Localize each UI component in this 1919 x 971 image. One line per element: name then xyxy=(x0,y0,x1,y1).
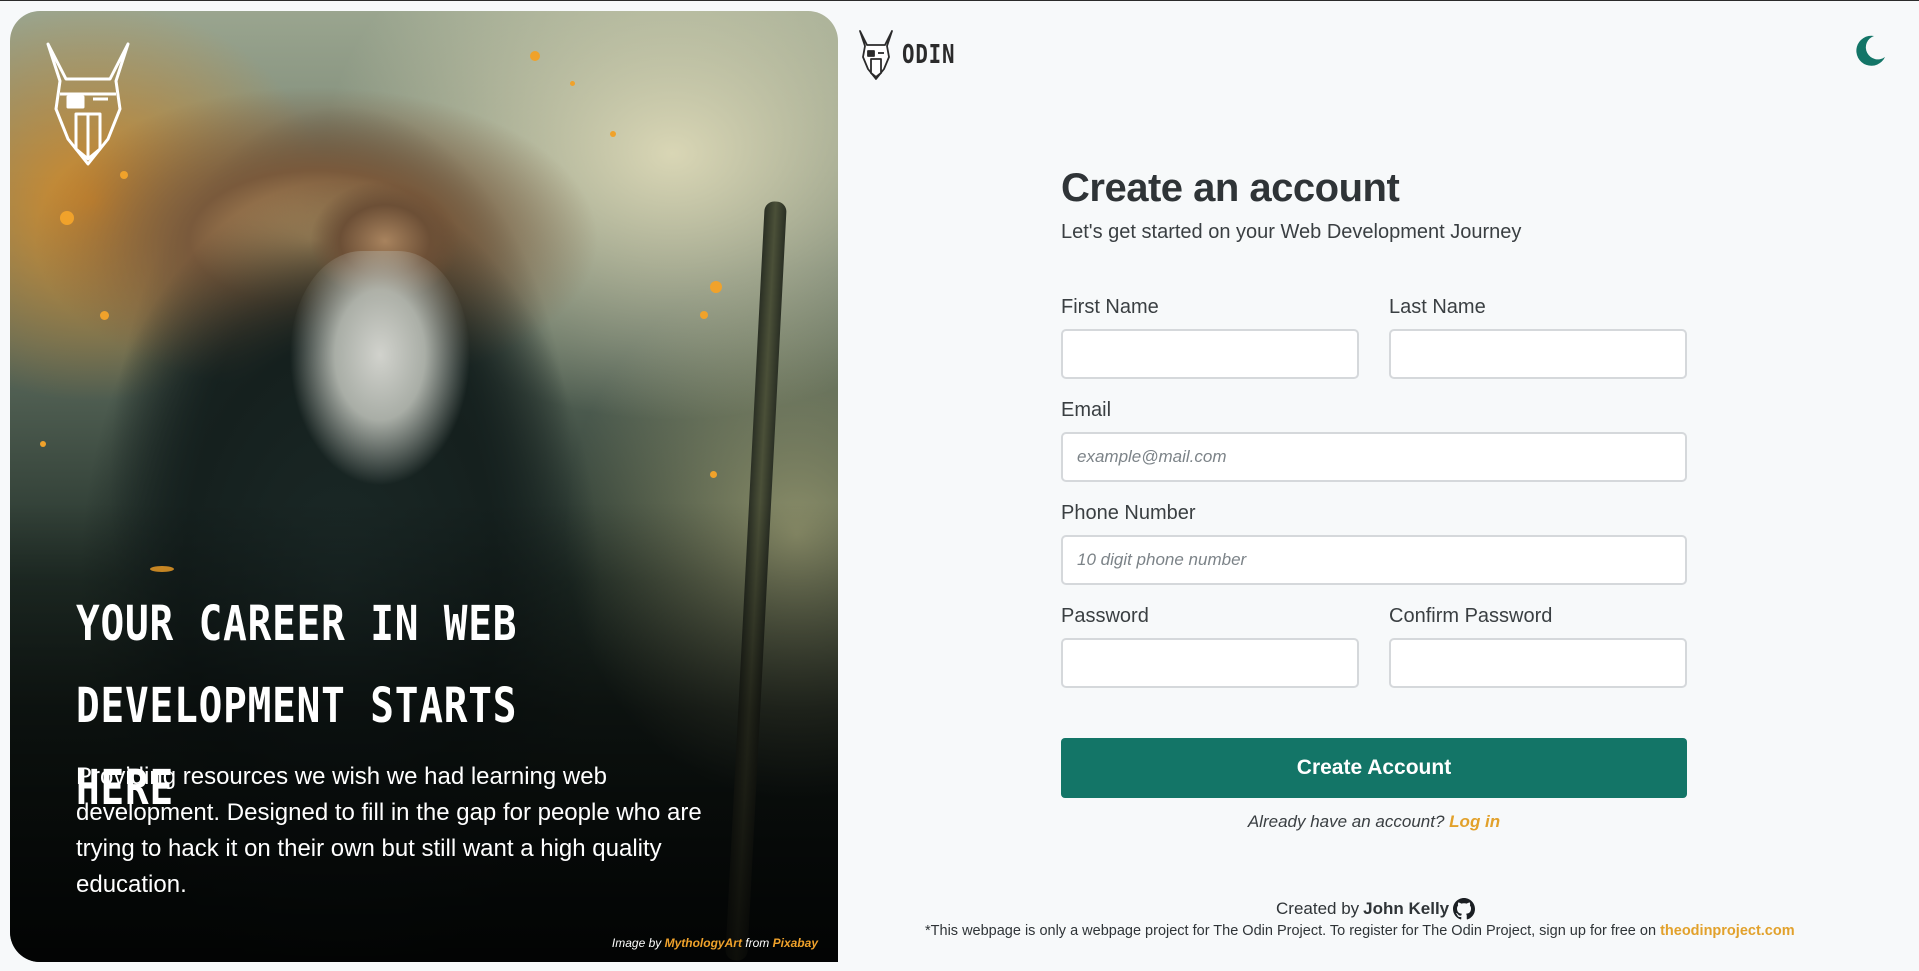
image-credit: Image by MythologyArt from Pixabay xyxy=(612,936,818,950)
hero-spark xyxy=(120,171,128,179)
password-group: Password xyxy=(1061,605,1359,688)
email-input[interactable] xyxy=(1061,432,1687,482)
first-name-group: First Name xyxy=(1061,296,1359,379)
hero-spark xyxy=(700,311,708,319)
hero-spark xyxy=(530,51,540,61)
login-prompt: Already have an account? Log in xyxy=(1061,812,1687,832)
login-prompt-text: Already have an account? xyxy=(1247,812,1445,831)
hero-spark xyxy=(100,311,109,320)
phone-label: Phone Number xyxy=(1061,502,1196,524)
password-row: Password Confirm Password xyxy=(1061,605,1687,688)
confirm-password-input[interactable] xyxy=(1389,638,1687,688)
brand-logo[interactable]: ODIN xyxy=(856,29,969,81)
moon-icon[interactable] xyxy=(1852,33,1888,69)
signup-form: Create an account Let's get started on y… xyxy=(1061,166,1687,832)
credit-middle: from xyxy=(745,936,770,950)
phone-input[interactable] xyxy=(1061,535,1687,585)
hero-spark xyxy=(710,281,722,293)
odin-project-link[interactable]: theodinproject.com xyxy=(1660,923,1795,939)
footer-created-prefix: Created by xyxy=(1276,899,1360,918)
form-subtitle: Let's get started on your Web Developmen… xyxy=(1061,221,1522,243)
hero-spark xyxy=(570,81,575,86)
credit-author-link[interactable]: MythologyArt xyxy=(665,936,742,950)
password-input[interactable] xyxy=(1061,638,1359,688)
footer-credit: Created by John Kelly xyxy=(1276,898,1476,920)
last-name-input[interactable] xyxy=(1389,329,1687,379)
hero-spark xyxy=(610,131,616,137)
hero-image-beard xyxy=(290,251,470,511)
hero-heading-line1: YOUR CAREER IN WEB xyxy=(76,596,518,652)
last-name-group: Last Name xyxy=(1389,296,1687,379)
hero-spark xyxy=(60,211,74,225)
footer-note: *This webpage is only a webpage project … xyxy=(925,923,1795,939)
email-label: Email xyxy=(1061,399,1112,421)
confirm-password-label: Confirm Password xyxy=(1389,605,1553,627)
odin-helmet-icon xyxy=(46,42,130,166)
odin-helmet-icon xyxy=(859,30,893,80)
login-link[interactable]: Log in xyxy=(1449,812,1500,831)
footer-author: John Kelly xyxy=(1363,899,1450,918)
phone-group: Phone Number xyxy=(1061,502,1687,585)
hero-spark xyxy=(40,441,46,447)
hero-description: Providing resources we wish we had learn… xyxy=(76,763,702,898)
credit-prefix: Image by xyxy=(611,936,662,950)
last-name-label: Last Name xyxy=(1389,296,1486,318)
github-icon[interactable] xyxy=(1453,898,1476,920)
first-name-label: First Name xyxy=(1061,296,1159,318)
hero-panel: YOUR CAREER IN WEB DEVELOPMENT STARTS HE… xyxy=(10,11,838,962)
footer-note-text: *This webpage is only a webpage project … xyxy=(925,923,1657,939)
credit-source-link[interactable]: Pixabay xyxy=(773,936,818,950)
password-label: Password xyxy=(1061,605,1149,627)
name-row: First Name Last Name xyxy=(1061,296,1687,379)
hero-spark xyxy=(710,471,717,478)
confirm-password-group: Confirm Password xyxy=(1389,605,1687,688)
brand-name: ODIN xyxy=(902,40,956,70)
first-name-input[interactable] xyxy=(1061,329,1359,379)
create-account-button[interactable]: Create Account xyxy=(1061,738,1687,798)
form-title: Create an account xyxy=(1061,166,1400,210)
email-group: Email xyxy=(1061,399,1687,482)
